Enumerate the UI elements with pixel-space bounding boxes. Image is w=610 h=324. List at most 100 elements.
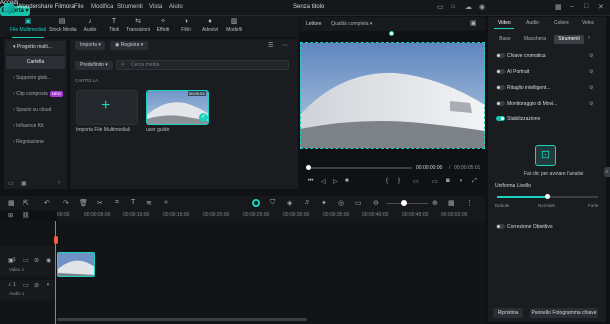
zoom-in-icon[interactable]: ⊕ xyxy=(432,199,438,207)
toggle-correzione-obiettivo[interactable] xyxy=(496,224,505,229)
portrait-settings-icon[interactable]: ⚙ xyxy=(589,69,593,75)
stabilize-analyze-icon[interactable]: ⊡ xyxy=(535,145,556,166)
device-icon[interactable]: ▭ xyxy=(437,3,444,11)
crop-settings-icon[interactable]: ⚙ xyxy=(589,85,593,91)
tab-audio[interactable]: ♪ Audio xyxy=(77,17,103,37)
split-icon[interactable]: ✂ xyxy=(97,199,103,207)
tab-colore[interactable]: Colore xyxy=(554,20,569,26)
playhead-handle[interactable] xyxy=(54,236,58,244)
sidebar-item-progetto[interactable]: ▾ Progetto multi... xyxy=(6,41,65,54)
play-icon[interactable]: ▷ xyxy=(333,178,338,185)
panel-toggle-icon[interactable]: › xyxy=(604,167,610,177)
snapshot-icon[interactable]: ▣ xyxy=(470,19,477,27)
menu-vista[interactable]: Vista xyxy=(149,4,162,10)
selection-box[interactable] xyxy=(300,42,485,149)
toggle-chiave-cromatica[interactable] xyxy=(496,53,505,58)
sort-dropdown[interactable]: Predefinito ▾ xyxy=(75,61,113,70)
fullscreen-icon[interactable]: ⤢ xyxy=(472,178,477,185)
snap-icon[interactable] xyxy=(252,199,260,207)
sidebar-item-clip-composta[interactable]: › Clip composta NEW xyxy=(6,88,65,101)
sidebar-item-cartella[interactable]: Cartella xyxy=(6,56,65,69)
delete-icon[interactable]: 🗑 xyxy=(79,199,88,207)
audio-mute-icon[interactable]: ◖ xyxy=(46,282,50,288)
video-eye-icon[interactable]: ◉ xyxy=(46,257,51,264)
toggle-stabilizzazione[interactable] xyxy=(496,116,505,121)
more-tools-icon[interactable]: » xyxy=(164,199,168,206)
subtab-maschera[interactable]: Maschera xyxy=(520,35,550,44)
tab-video[interactable]: Video xyxy=(498,20,511,26)
ai-icon[interactable]: ✦ xyxy=(321,199,327,207)
playback-handle[interactable] xyxy=(306,165,311,170)
tab-transizioni[interactable]: ⇆ Transizioni xyxy=(125,17,151,37)
folder-icon[interactable]: ▣ xyxy=(21,180,27,187)
timeline-grid-icon[interactable]: ▦ xyxy=(448,199,455,207)
sidebar-item-supporto[interactable]: › Supporto glob... xyxy=(6,72,65,85)
play-back-icon[interactable]: ◁ xyxy=(321,178,326,185)
marker-icon[interactable]: ◈ xyxy=(287,199,292,207)
expand-icon[interactable]: › xyxy=(588,35,590,41)
toggle-monitoraggio[interactable] xyxy=(496,101,505,106)
tab-audio-props[interactable]: Audio xyxy=(526,20,539,26)
zoom-slider-handle[interactable] xyxy=(401,200,407,206)
playback-progress[interactable] xyxy=(307,167,412,169)
chroma-settings-icon[interactable]: ⚙ xyxy=(589,53,593,59)
menu-strumenti[interactable]: Strumenti xyxy=(117,4,143,10)
reset-button[interactable]: Ripristina xyxy=(493,308,523,318)
video-folder-icon[interactable]: ▭ xyxy=(23,257,29,264)
stop-icon[interactable]: ■ xyxy=(345,178,349,184)
tab-adesivi[interactable]: ♦ Adesivi xyxy=(197,17,223,37)
keyframe-panel-button[interactable]: Pannello Fotogramma chiave xyxy=(530,308,598,318)
uniformity-slider-handle[interactable] xyxy=(545,194,550,199)
menu-modifica[interactable]: Modifica xyxy=(91,4,113,10)
audio-lock-icon[interactable]: ⊘ xyxy=(34,282,39,289)
menu-aiuto[interactable]: Aiuto xyxy=(169,4,183,10)
quality-dropdown[interactable]: Qualità completa ▾ xyxy=(331,21,372,27)
layout-icon[interactable]: ▦ xyxy=(555,3,562,11)
text-icon[interactable]: T xyxy=(131,199,135,206)
display-icon[interactable]: ▭ xyxy=(413,178,419,185)
subtab-base[interactable]: Base xyxy=(494,35,516,44)
tab-modelli[interactable]: ▥ Modelli xyxy=(221,17,247,37)
mark-in-icon[interactable]: { xyxy=(386,178,388,184)
video-preview[interactable] xyxy=(300,31,485,149)
help-icon[interactable]: ⌂ xyxy=(451,3,455,10)
select-icon[interactable]: ⇱ xyxy=(23,199,29,207)
redo-icon[interactable]: ↷ xyxy=(63,199,69,207)
more-icon[interactable]: ⋯ xyxy=(282,42,288,49)
record-dropdown[interactable]: ◉ Registra ▾ xyxy=(110,41,148,50)
zoom-out-icon[interactable]: ⊖ xyxy=(373,199,379,207)
add-track-icon[interactable]: ⊞ xyxy=(8,212,13,219)
layout-grid-icon[interactable]: ▦ xyxy=(8,199,15,207)
link-icon[interactable]: ⛓ xyxy=(22,212,30,219)
audio-wave-icon[interactable]: ≋ xyxy=(146,199,152,207)
microphone-icon[interactable]: ♬ xyxy=(304,199,311,206)
close-icon[interactable]: ✕ xyxy=(598,3,604,11)
undo-icon[interactable]: ↶ xyxy=(44,199,50,207)
tab-filtri[interactable]: ◑ Filtri xyxy=(173,17,199,37)
volume-icon[interactable]: ◖ xyxy=(459,178,463,184)
prev-frame-icon[interactable]: ⏮ xyxy=(308,178,313,185)
filter-icon[interactable]: ☰ xyxy=(268,42,273,49)
new-folder-icon[interactable]: ▭ xyxy=(8,180,14,187)
maximize-icon[interactable]: □ xyxy=(584,3,588,10)
import-dropdown[interactable]: Importa ▾ xyxy=(75,41,105,50)
shield-icon[interactable]: ⛉ xyxy=(270,199,275,207)
rotate-handle[interactable] xyxy=(389,31,394,36)
zoom-slider-track[interactable] xyxy=(386,203,428,204)
tab-file-multimediali[interactable]: ▣ File Multimediali xyxy=(9,17,47,38)
notification-icon[interactable]: ◉ xyxy=(479,3,485,11)
video-lock-icon[interactable]: ⊘ xyxy=(34,257,39,264)
minimize-icon[interactable]: – xyxy=(570,3,574,10)
tab-stock-media[interactable]: ▤ Stock Media xyxy=(49,17,77,37)
render-icon[interactable]: ◎ xyxy=(338,199,344,207)
subtab-strumenti[interactable]: Strumenti xyxy=(554,35,584,44)
toggle-ai-portrait[interactable] xyxy=(496,69,505,74)
toggle-ritaglio[interactable] xyxy=(496,85,505,90)
media-search-input[interactable]: Cerca media xyxy=(116,60,289,70)
monitor-icon[interactable]: ▭ xyxy=(432,178,438,185)
tab-velocita[interactable]: Veloc xyxy=(582,20,594,26)
crop-icon[interactable]: ⌗ xyxy=(115,199,119,207)
cloud-icon[interactable]: ☁ xyxy=(465,3,472,11)
camera-icon[interactable]: ◙ xyxy=(446,178,450,184)
tab-titoli[interactable]: T Titoli xyxy=(101,17,127,37)
